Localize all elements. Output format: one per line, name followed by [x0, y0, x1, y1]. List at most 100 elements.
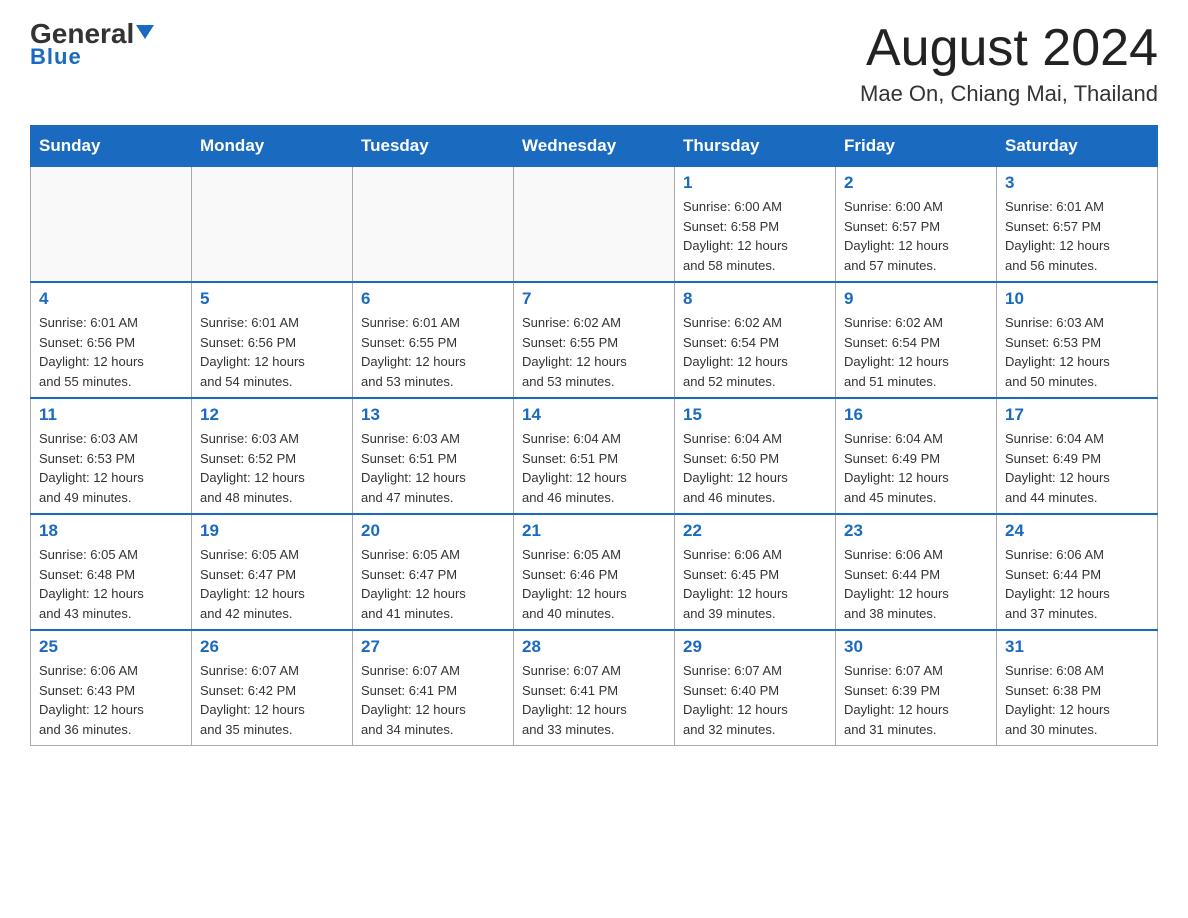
calendar-cell: 10 Sunrise: 6:03 AMSunset: 6:53 PMDayligh…: [997, 282, 1158, 398]
day-number: 19: [200, 521, 344, 541]
day-info: Sunrise: 6:01 AMSunset: 6:55 PMDaylight:…: [361, 313, 505, 391]
day-number: 8: [683, 289, 827, 309]
calendar-header-row: SundayMondayTuesdayWednesdayThursdayFrid…: [31, 126, 1158, 167]
day-info: Sunrise: 6:02 AMSunset: 6:54 PMDaylight:…: [683, 313, 827, 391]
calendar-cell: 19 Sunrise: 6:05 AMSunset: 6:47 PMDayligh…: [192, 514, 353, 630]
day-info: Sunrise: 6:02 AMSunset: 6:55 PMDaylight:…: [522, 313, 666, 391]
day-info: Sunrise: 6:01 AMSunset: 6:56 PMDaylight:…: [200, 313, 344, 391]
day-info: Sunrise: 6:03 AMSunset: 6:53 PMDaylight:…: [1005, 313, 1149, 391]
day-info: Sunrise: 6:06 AMSunset: 6:45 PMDaylight:…: [683, 545, 827, 623]
calendar-cell: [31, 167, 192, 283]
calendar-table: SundayMondayTuesdayWednesdayThursdayFrid…: [30, 125, 1158, 746]
weekday-header-thursday: Thursday: [675, 126, 836, 167]
day-info: Sunrise: 6:04 AMSunset: 6:50 PMDaylight:…: [683, 429, 827, 507]
calendar-week-row: 4Sunrise: 6:01 AMSunset: 6:56 PMDaylight…: [31, 282, 1158, 398]
day-number: 5: [200, 289, 344, 309]
logo-blue-text: Blue: [30, 44, 82, 70]
day-info: Sunrise: 6:03 AMSunset: 6:52 PMDaylight:…: [200, 429, 344, 507]
day-number: 10: [1005, 289, 1149, 309]
weekday-header-friday: Friday: [836, 126, 997, 167]
day-number: 24: [1005, 521, 1149, 541]
calendar-cell: 7Sunrise: 6:02 AMSunset: 6:55 PMDaylight…: [514, 282, 675, 398]
day-info: Sunrise: 6:06 AMSunset: 6:43 PMDaylight:…: [39, 661, 183, 739]
calendar-cell: 31 Sunrise: 6:08 AMSunset: 6:38 PMDayligh…: [997, 630, 1158, 746]
calendar-cell: 26 Sunrise: 6:07 AMSunset: 6:42 PMDayligh…: [192, 630, 353, 746]
calendar-cell: 23 Sunrise: 6:06 AMSunset: 6:44 PMDayligh…: [836, 514, 997, 630]
weekday-header-tuesday: Tuesday: [353, 126, 514, 167]
day-number: 16: [844, 405, 988, 425]
day-number: 21: [522, 521, 666, 541]
calendar-cell: 28 Sunrise: 6:07 AMSunset: 6:41 PMDayligh…: [514, 630, 675, 746]
day-number: 30: [844, 637, 988, 657]
day-number: 1: [683, 173, 827, 193]
day-number: 27: [361, 637, 505, 657]
calendar-cell: 12 Sunrise: 6:03 AMSunset: 6:52 PMDayligh…: [192, 398, 353, 514]
day-info: Sunrise: 6:06 AMSunset: 6:44 PMDaylight:…: [1005, 545, 1149, 623]
weekday-header-sunday: Sunday: [31, 126, 192, 167]
calendar-cell: 5 Sunrise: 6:01 AMSunset: 6:56 PMDaylight…: [192, 282, 353, 398]
day-info: Sunrise: 6:04 AMSunset: 6:51 PMDaylight:…: [522, 429, 666, 507]
calendar-cell: 13Sunrise: 6:03 AMSunset: 6:51 PMDayligh…: [353, 398, 514, 514]
day-info: Sunrise: 6:06 AMSunset: 6:44 PMDaylight:…: [844, 545, 988, 623]
calendar-cell: 8 Sunrise: 6:02 AMSunset: 6:54 PMDaylight…: [675, 282, 836, 398]
calendar-cell: 24 Sunrise: 6:06 AMSunset: 6:44 PMDayligh…: [997, 514, 1158, 630]
day-info: Sunrise: 6:01 AMSunset: 6:57 PMDaylight:…: [1005, 197, 1149, 275]
calendar-cell: 4Sunrise: 6:01 AMSunset: 6:56 PMDaylight…: [31, 282, 192, 398]
weekday-header-wednesday: Wednesday: [514, 126, 675, 167]
day-info: Sunrise: 6:05 AMSunset: 6:47 PMDaylight:…: [200, 545, 344, 623]
calendar-cell: 25Sunrise: 6:06 AMSunset: 6:43 PMDayligh…: [31, 630, 192, 746]
day-number: 3: [1005, 173, 1149, 193]
day-number: 23: [844, 521, 988, 541]
day-info: Sunrise: 6:05 AMSunset: 6:48 PMDaylight:…: [39, 545, 183, 623]
day-number: 15: [683, 405, 827, 425]
calendar-cell: 1Sunrise: 6:00 AMSunset: 6:58 PMDaylight…: [675, 167, 836, 283]
calendar-cell: 6 Sunrise: 6:01 AMSunset: 6:55 PMDaylight…: [353, 282, 514, 398]
day-number: 22: [683, 521, 827, 541]
day-number: 28: [522, 637, 666, 657]
calendar-cell: 9Sunrise: 6:02 AMSunset: 6:54 PMDaylight…: [836, 282, 997, 398]
calendar-cell: 15 Sunrise: 6:04 AMSunset: 6:50 PMDayligh…: [675, 398, 836, 514]
calendar-cell: [353, 167, 514, 283]
month-title: August 2024: [860, 20, 1158, 77]
day-info: Sunrise: 6:05 AMSunset: 6:46 PMDaylight:…: [522, 545, 666, 623]
day-info: Sunrise: 6:05 AMSunset: 6:47 PMDaylight:…: [361, 545, 505, 623]
calendar-cell: 29 Sunrise: 6:07 AMSunset: 6:40 PMDayligh…: [675, 630, 836, 746]
day-number: 17: [1005, 405, 1149, 425]
day-info: Sunrise: 6:07 AMSunset: 6:40 PMDaylight:…: [683, 661, 827, 739]
day-number: 6: [361, 289, 505, 309]
day-number: 12: [200, 405, 344, 425]
day-info: Sunrise: 6:07 AMSunset: 6:42 PMDaylight:…: [200, 661, 344, 739]
calendar-cell: 27 Sunrise: 6:07 AMSunset: 6:41 PMDayligh…: [353, 630, 514, 746]
day-number: 18: [39, 521, 183, 541]
calendar-week-row: 18 Sunrise: 6:05 AMSunset: 6:48 PMDayligh…: [31, 514, 1158, 630]
day-info: Sunrise: 6:07 AMSunset: 6:41 PMDaylight:…: [361, 661, 505, 739]
day-number: 26: [200, 637, 344, 657]
calendar-cell: 2 Sunrise: 6:00 AMSunset: 6:57 PMDaylight…: [836, 167, 997, 283]
day-info: Sunrise: 6:02 AMSunset: 6:54 PMDaylight:…: [844, 313, 988, 391]
calendar-cell: 17Sunrise: 6:04 AMSunset: 6:49 PMDayligh…: [997, 398, 1158, 514]
day-info: Sunrise: 6:07 AMSunset: 6:39 PMDaylight:…: [844, 661, 988, 739]
day-info: Sunrise: 6:00 AMSunset: 6:57 PMDaylight:…: [844, 197, 988, 275]
day-number: 31: [1005, 637, 1149, 657]
day-info: Sunrise: 6:01 AMSunset: 6:56 PMDaylight:…: [39, 313, 183, 391]
title-block: August 2024 Mae On, Chiang Mai, Thailand: [860, 20, 1158, 107]
day-info: Sunrise: 6:03 AMSunset: 6:53 PMDaylight:…: [39, 429, 183, 507]
calendar-week-row: 25Sunrise: 6:06 AMSunset: 6:43 PMDayligh…: [31, 630, 1158, 746]
weekday-header-monday: Monday: [192, 126, 353, 167]
day-number: 11: [39, 405, 183, 425]
calendar-cell: 20 Sunrise: 6:05 AMSunset: 6:47 PMDayligh…: [353, 514, 514, 630]
logo: General Blue: [30, 20, 154, 70]
calendar-cell: 18 Sunrise: 6:05 AMSunset: 6:48 PMDayligh…: [31, 514, 192, 630]
day-info: Sunrise: 6:03 AMSunset: 6:51 PMDaylight:…: [361, 429, 505, 507]
day-info: Sunrise: 6:08 AMSunset: 6:38 PMDaylight:…: [1005, 661, 1149, 739]
calendar-cell: 30 Sunrise: 6:07 AMSunset: 6:39 PMDayligh…: [836, 630, 997, 746]
location-title: Mae On, Chiang Mai, Thailand: [860, 81, 1158, 107]
day-number: 2: [844, 173, 988, 193]
day-info: Sunrise: 6:07 AMSunset: 6:41 PMDaylight:…: [522, 661, 666, 739]
day-number: 20: [361, 521, 505, 541]
calendar-week-row: 11 Sunrise: 6:03 AMSunset: 6:53 PMDayligh…: [31, 398, 1158, 514]
calendar-cell: [514, 167, 675, 283]
day-number: 29: [683, 637, 827, 657]
weekday-header-saturday: Saturday: [997, 126, 1158, 167]
day-number: 14: [522, 405, 666, 425]
